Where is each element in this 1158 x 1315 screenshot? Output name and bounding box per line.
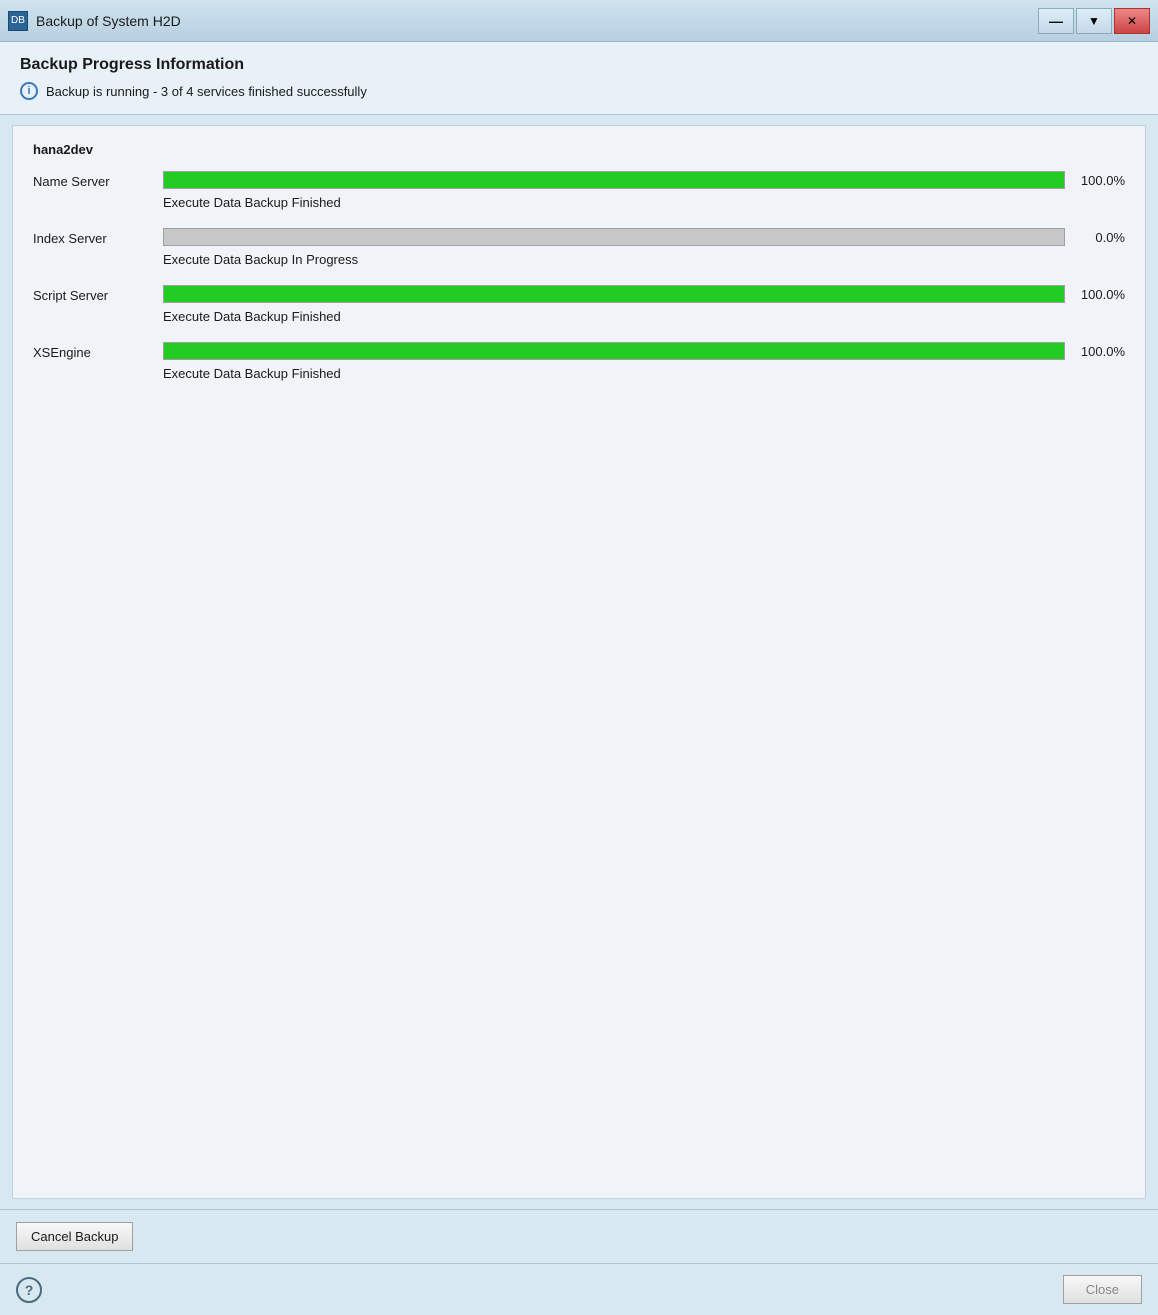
progress-bar-fill	[164, 172, 1064, 188]
maximize-button[interactable]: ▼	[1076, 8, 1112, 34]
title-bar-controls: — ▼ ✕	[1038, 8, 1150, 34]
title-bar-left: DB Backup of System H2D	[8, 11, 181, 31]
service-progress-block: 100.0% Execute Data Backup Finished	[163, 285, 1125, 324]
close-button[interactable]: Close	[1063, 1275, 1142, 1304]
service-row: Index Server 0.0% Execute Data Backup In P…	[33, 228, 1125, 267]
progress-bar-container	[163, 171, 1065, 189]
service-progress-block: 100.0% Execute Data Backup Finished	[163, 171, 1125, 210]
progress-status-text: Execute Data Backup Finished	[163, 195, 1125, 210]
window-close-button[interactable]: ✕	[1114, 8, 1150, 34]
service-row: XSEngine 100.0% Execute Data Backup Finish…	[33, 342, 1125, 381]
minimize-button[interactable]: —	[1038, 8, 1074, 34]
status-row: i Backup is running - 3 of 4 services fi…	[20, 82, 1138, 100]
main-content: Backup Progress Information i Backup is …	[0, 42, 1158, 1315]
progress-status-text: Execute Data Backup Finished	[163, 309, 1125, 324]
service-progress-block: 100.0% Execute Data Backup Finished	[163, 342, 1125, 381]
info-icon: i	[20, 82, 38, 100]
progress-line: 100.0%	[163, 285, 1125, 303]
app-icon: DB	[8, 11, 28, 31]
progress-bar-container	[163, 228, 1065, 246]
service-name: Name Server	[33, 171, 163, 189]
progress-bar-container	[163, 342, 1065, 360]
progress-status-text: Execute Data Backup In Progress	[163, 252, 1125, 267]
progress-line: 0.0%	[163, 228, 1125, 246]
footer: ? Close	[0, 1263, 1158, 1315]
services-container: Name Server 100.0% Execute Data Backup Fin…	[33, 171, 1125, 381]
progress-percent: 100.0%	[1075, 344, 1125, 359]
service-name: XSEngine	[33, 342, 163, 360]
progress-percent: 100.0%	[1075, 287, 1125, 302]
app-icon-label: DB	[11, 15, 25, 26]
window-title: Backup of System H2D	[36, 13, 181, 29]
bottom-section: Cancel Backup	[0, 1209, 1158, 1263]
progress-status-text: Execute Data Backup Finished	[163, 366, 1125, 381]
system-group-title: hana2dev	[33, 142, 1125, 157]
progress-bar-fill	[164, 286, 1064, 302]
service-progress-block: 0.0% Execute Data Backup In Progress	[163, 228, 1125, 267]
service-name: Index Server	[33, 228, 163, 246]
title-bar: DB Backup of System H2D — ▼ ✕	[0, 0, 1158, 42]
service-row: Script Server 100.0% Execute Data Backup F…	[33, 285, 1125, 324]
progress-area: hana2dev Name Server 100.0% Execute Data B…	[12, 125, 1146, 1199]
service-name: Script Server	[33, 285, 163, 303]
service-row: Name Server 100.0% Execute Data Backup Fin…	[33, 171, 1125, 210]
progress-bar-fill	[164, 343, 1064, 359]
cancel-backup-button[interactable]: Cancel Backup	[16, 1222, 133, 1251]
progress-percent: 100.0%	[1075, 173, 1125, 188]
help-button[interactable]: ?	[16, 1277, 42, 1303]
progress-line: 100.0%	[163, 171, 1125, 189]
page-title: Backup Progress Information	[20, 56, 1138, 74]
progress-line: 100.0%	[163, 342, 1125, 360]
header-section: Backup Progress Information i Backup is …	[0, 42, 1158, 115]
status-text: Backup is running - 3 of 4 services fini…	[46, 84, 367, 99]
progress-bar-container	[163, 285, 1065, 303]
progress-percent: 0.0%	[1075, 230, 1125, 245]
